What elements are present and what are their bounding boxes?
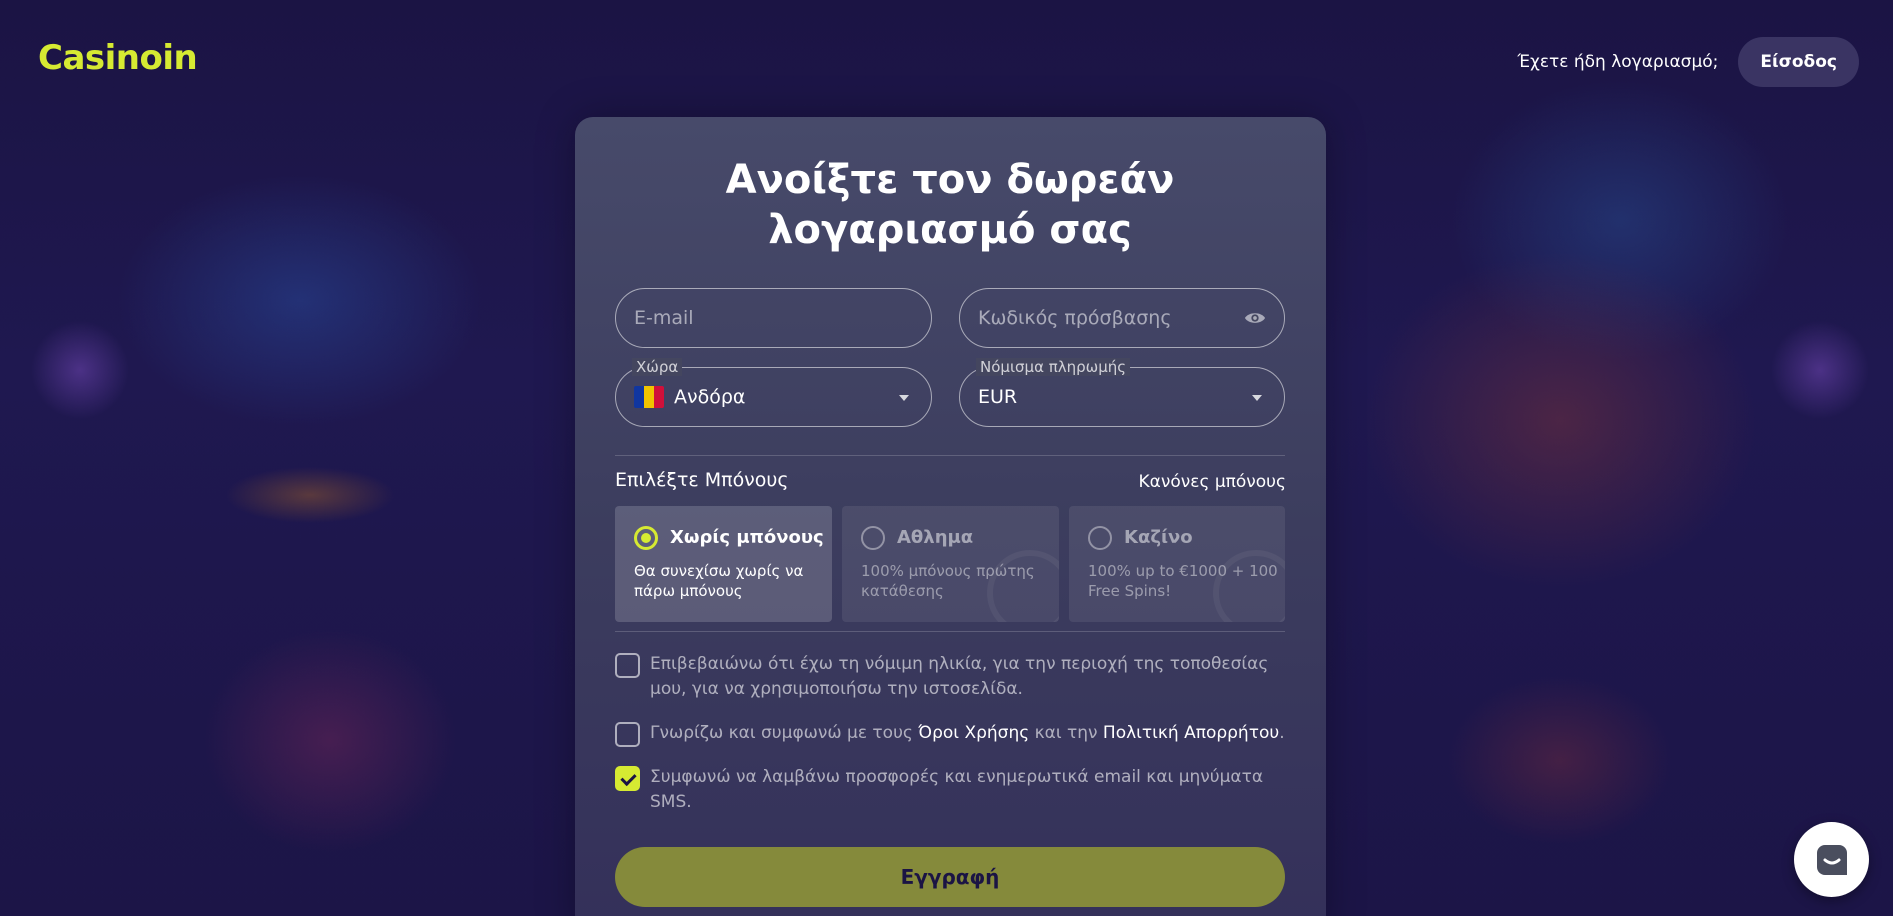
bonus-heading: Επιλέξτε Μπόνους	[615, 469, 789, 491]
chat-widget-button[interactable]	[1794, 822, 1869, 897]
bonus-option-description: Θα συνεχίσω χωρίς να πάρω μπόνους	[634, 562, 804, 600]
register-button[interactable]: Εγγραφή	[615, 847, 1285, 907]
currency-select[interactable]: Νόμισμα πληρωμής EUR	[959, 358, 1285, 427]
consent-terms[interactable]: Γνωρίζω και συμφωνώ με τους Όροι Χρήσης …	[615, 721, 1285, 747]
consent-terms-prefix: Γνωρίζω και συμφωνώ με τους	[650, 723, 919, 743]
divider	[615, 631, 1285, 632]
header-actions: Έχετε ήδη λογαριασμό; Είσοδος	[1517, 37, 1859, 87]
radio-button[interactable]	[1088, 526, 1112, 550]
terms-checkbox[interactable]	[615, 722, 640, 747]
logo-text: Casinoin	[38, 38, 198, 78]
bonus-option-description: 100% μπόνους πρώτης κατάθεσης	[861, 562, 1035, 600]
eye-icon[interactable]	[1244, 309, 1266, 327]
divider	[615, 455, 1285, 456]
email-placeholder: E-mail	[634, 307, 694, 329]
consent-terms-text: Γνωρίζω και συμφωνώ με τους Όροι Χρήσης …	[650, 721, 1285, 747]
chevron-down-icon	[1252, 395, 1262, 401]
email-field[interactable]: E-mail	[615, 288, 932, 348]
terms-link[interactable]: Όροι Χρήσης	[918, 723, 1029, 743]
registration-card: Ανοίξτε τον δωρεάν λογαριασμό σας E-mail…	[575, 117, 1326, 916]
bonus-option-description: 100% up to €1000 + 100 Free Spins!	[1088, 562, 1278, 600]
consent-terms-suffix: .	[1279, 723, 1285, 743]
country-value: Ανδόρα	[674, 386, 746, 408]
logo[interactable]: Casinoin	[38, 38, 198, 78]
currency-value: EUR	[978, 386, 1018, 408]
andorra-flag-icon	[634, 386, 664, 408]
have-account-text: Έχετε ήδη λογαριασμό;	[1517, 52, 1719, 72]
consent-marketing[interactable]: Συμφωνώ να λαμβάνω προσφορές και ενημερω…	[615, 765, 1285, 815]
login-button[interactable]: Είσοδος	[1738, 37, 1859, 87]
country-label: Χώρα	[632, 358, 683, 376]
consent-marketing-text: Συμφωνώ να λαμβάνω προσφορές και ενημερω…	[650, 767, 1264, 812]
chat-icon	[1816, 844, 1847, 875]
bonus-option-title: Χωρίς μπόνους	[670, 527, 824, 548]
bonus-option-title: Καζίνο	[1124, 527, 1193, 548]
bonus-option-none[interactable]: Χωρίς μπόνους Θα συνεχίσω χωρίς να πάρω …	[615, 506, 832, 622]
radio-button[interactable]	[634, 526, 658, 550]
password-placeholder: Κωδικός πρόσβασης	[978, 307, 1172, 329]
chevron-down-icon	[899, 395, 909, 401]
age-checkbox[interactable]	[615, 653, 640, 678]
bonus-option-sport[interactable]: Αθλημα 100% μπόνους πρώτης κατάθεσης	[842, 506, 1059, 622]
currency-label: Νόμισμα πληρωμής	[976, 358, 1131, 376]
consent-age[interactable]: Επιβεβαιώνω ότι έχω τη νόμιμη ηλικία, γι…	[615, 652, 1285, 702]
bonus-option-title: Αθλημα	[897, 527, 974, 548]
bonus-option-casino[interactable]: Καζίνο 100% up to €1000 + 100 Free Spins…	[1069, 506, 1285, 622]
country-select[interactable]: Χώρα Ανδόρα	[615, 358, 932, 427]
marketing-checkbox[interactable]	[615, 766, 640, 791]
privacy-link[interactable]: Πολιτική Απορρήτου	[1103, 723, 1279, 743]
password-field[interactable]: Κωδικός πρόσβασης	[959, 288, 1285, 348]
consent-age-text: Επιβεβαιώνω ότι έχω τη νόμιμη ηλικία, γι…	[650, 654, 1269, 699]
consent-terms-middle: και την	[1029, 723, 1103, 743]
bonus-rules-link[interactable]: Κανόνες μπόνους	[1139, 472, 1286, 492]
radio-button[interactable]	[861, 526, 885, 550]
page-title: Ανοίξτε τον δωρεάν λογαριασμό σας	[725, 157, 1175, 253]
